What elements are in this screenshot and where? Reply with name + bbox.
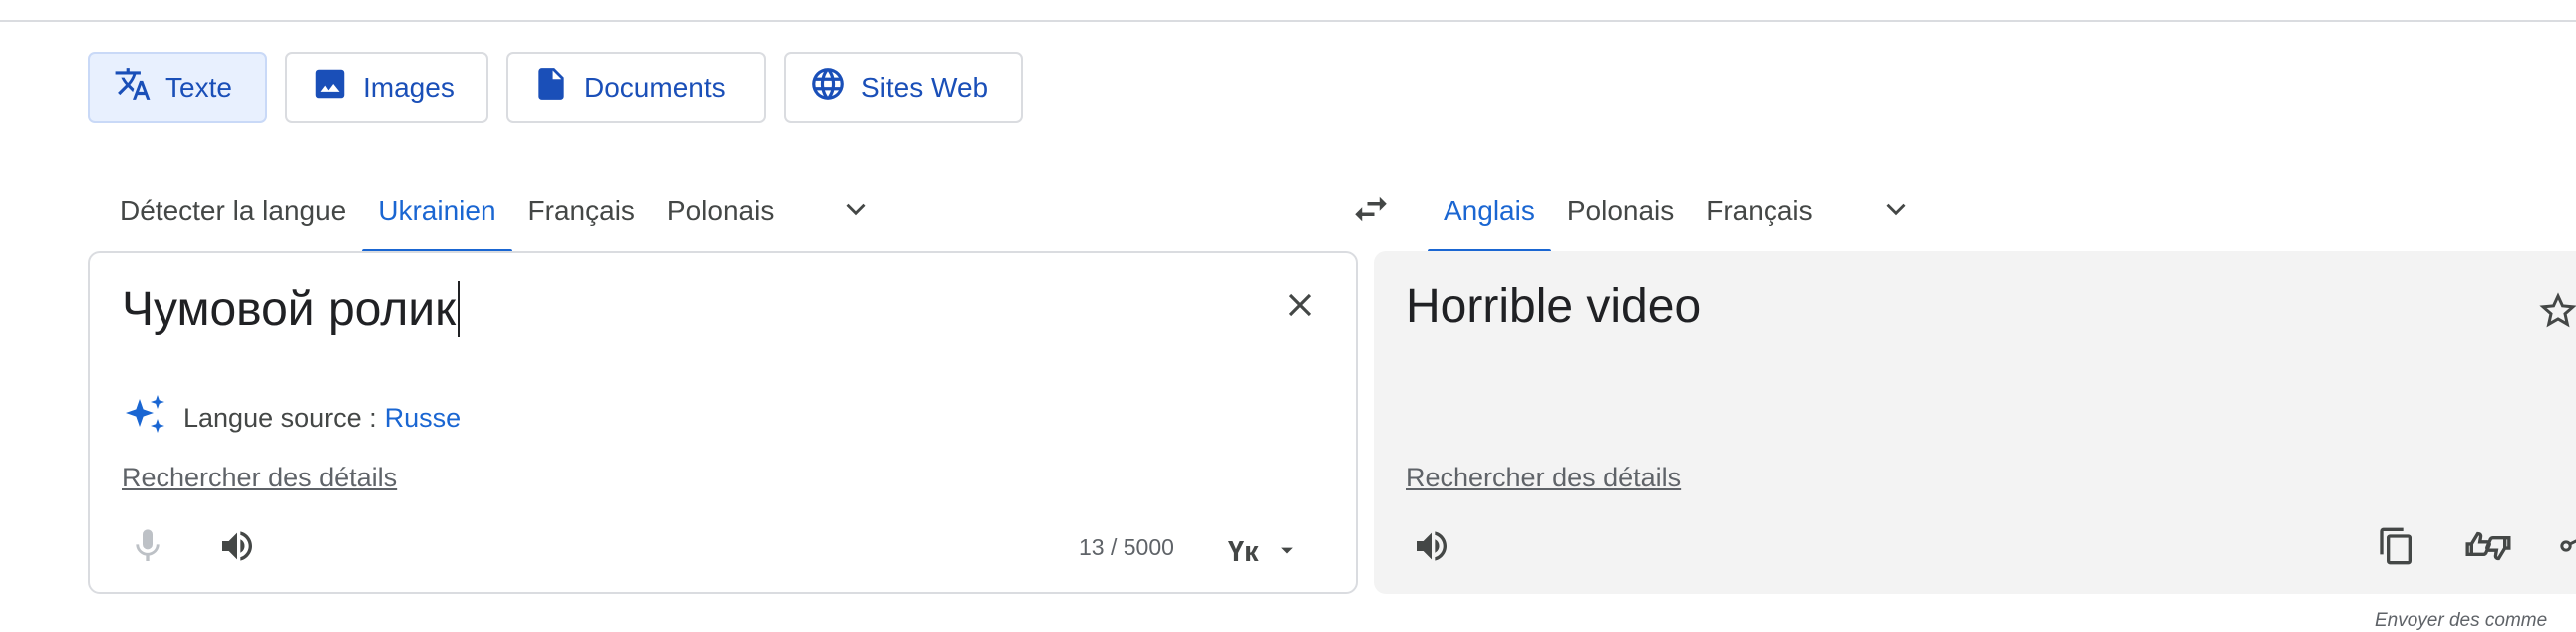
voice-input-button[interactable] [120, 520, 175, 576]
source-panel: Чумовой ролик Langue source : Russe Rech… [88, 251, 1358, 594]
microphone-icon [128, 526, 167, 571]
mode-websites-button[interactable]: Sites Web [784, 52, 1023, 123]
thumbs-up-down-icon [2463, 521, 2513, 576]
swap-icon [1350, 188, 1392, 235]
chevron-down-icon [1879, 192, 1913, 231]
detected-language-label: Langue source : [183, 403, 377, 433]
text-caret [458, 281, 461, 337]
speaker-icon [1412, 526, 1451, 571]
swap-languages-button[interactable] [1341, 181, 1401, 241]
input-tools-button[interactable]: Үк [1228, 536, 1301, 569]
document-icon [532, 65, 570, 110]
translation-text: Horrible video [1406, 280, 1702, 333]
send-feedback-link[interactable]: Envoyer des comme [2375, 610, 2547, 632]
target-language-bar: Anglais Polonais Français [1428, 169, 1919, 253]
target-lang-label: Français [1706, 195, 1813, 226]
mode-images-label: Images [363, 71, 455, 103]
image-icon [311, 65, 349, 110]
close-icon [1281, 286, 1319, 329]
mode-text-label: Texte [165, 71, 232, 103]
target-lang-tab-polish[interactable]: Polonais [1551, 169, 1690, 253]
star-icon [2538, 292, 2576, 335]
source-text: Чумовой ролик [122, 282, 457, 336]
copy-icon [2377, 526, 2416, 571]
speaker-icon [217, 526, 257, 571]
target-lang-tab-english[interactable]: Anglais [1428, 169, 1551, 253]
detect-language-label: Détecter la langue [120, 195, 347, 226]
source-lang-tab-polish[interactable]: Polonais [651, 169, 790, 253]
source-lang-tab-french[interactable]: Français [512, 169, 651, 253]
target-lang-label: Anglais [1444, 195, 1535, 226]
mode-documents-label: Documents [584, 71, 726, 103]
rate-translation-button[interactable] [2460, 520, 2516, 576]
source-text-input[interactable]: Чумовой ролик [122, 281, 461, 337]
save-translation-button[interactable] [2538, 291, 2576, 331]
target-panel: Horrible video Rechercher des détails [1374, 251, 2576, 594]
top-divider [0, 20, 2576, 22]
listen-translation-button[interactable] [1404, 520, 1459, 576]
detect-language-tab[interactable]: Détecter la langue [104, 169, 362, 253]
source-lang-label: Ukrainien [378, 195, 496, 226]
share-translation-button[interactable] [2548, 520, 2576, 576]
translate-icon [114, 65, 152, 110]
chevron-down-icon [839, 192, 873, 231]
sparkle-icon [122, 391, 169, 446]
source-language-more-button[interactable] [833, 188, 879, 234]
detected-language-link[interactable]: Russe [385, 403, 462, 434]
mode-websites-label: Sites Web [861, 71, 989, 103]
clear-source-button[interactable] [1276, 283, 1324, 331]
source-lang-label: Polonais [666, 195, 775, 226]
mode-images-button[interactable]: Images [285, 52, 488, 123]
source-lang-tab-ukrainian[interactable]: Ukrainien [362, 169, 512, 253]
copy-translation-button[interactable] [2369, 520, 2424, 576]
character-counter: 13 / 5000 [1079, 534, 1174, 560]
target-lang-label: Polonais [1566, 195, 1675, 226]
source-details-link[interactable]: Rechercher des détails [122, 463, 397, 493]
listen-source-button[interactable] [209, 520, 265, 576]
detected-source-language: Langue source : Russe [122, 391, 461, 446]
globe-icon [809, 65, 847, 110]
target-language-more-button[interactable] [1873, 188, 1919, 234]
target-lang-tab-french[interactable]: Français [1690, 169, 1828, 253]
mode-text-button[interactable]: Texte [88, 52, 267, 123]
mode-tabs: Texte Images Documents Sites Web [88, 52, 1023, 123]
source-lang-label: Français [527, 195, 635, 226]
source-language-bar: Détecter la langue Ukrainien Français Po… [104, 169, 879, 253]
caret-down-icon [1273, 536, 1301, 569]
source-bottom-tools [120, 520, 265, 576]
mode-documents-button[interactable]: Documents [506, 52, 766, 123]
keyboard-label: Үк [1228, 536, 1259, 568]
share-icon [2556, 526, 2576, 571]
target-details-link[interactable]: Rechercher des détails [1406, 463, 1681, 493]
